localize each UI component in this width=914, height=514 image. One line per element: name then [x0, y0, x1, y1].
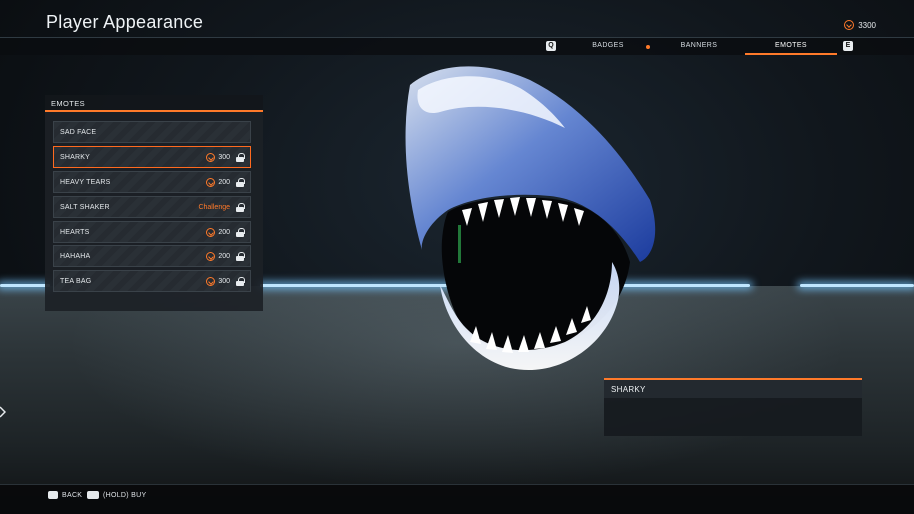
back-label: BACK [62, 491, 83, 499]
emote-name: HEAVY TEARS [60, 179, 111, 186]
emote-item-salt-shaker[interactable]: SALT SHAKER Challenge [53, 196, 251, 218]
emote-item-sad-face[interactable]: SAD FACE [53, 121, 251, 143]
price-value: 300 [218, 154, 230, 161]
detail-title-bar: SHARKY [604, 380, 862, 398]
lock-icon [236, 203, 245, 212]
emote-item-hahaha[interactable]: HAHAHA 200 [53, 245, 251, 267]
price-value: 300 [218, 278, 230, 285]
emote-item-heavy-tears[interactable]: HEAVY TEARS 200 [53, 171, 251, 193]
currency-amount: 3300 [858, 20, 876, 30]
coin-icon [206, 178, 216, 187]
price-value: 200 [218, 253, 230, 260]
back-hint[interactable]: BACK [48, 491, 82, 499]
lock-icon [236, 252, 245, 261]
lock-icon [236, 178, 245, 187]
emote-price: 200 [206, 252, 245, 261]
emote-price: Challenge [198, 203, 245, 212]
buy-key-icon [87, 491, 99, 499]
camera-rotate-icon [0, 406, 6, 418]
coin-icon [206, 277, 216, 286]
currency-balance: 3300 [844, 20, 876, 30]
buy-label: (HOLD) BUY [103, 491, 147, 499]
detail-title: SHARKY [611, 385, 646, 394]
page-title: Player Appearance [46, 12, 204, 32]
tab-selected-underline [745, 53, 837, 55]
tab-badges[interactable]: BADGES [580, 42, 636, 49]
bottom-bar: BACK (HOLD) BUY [0, 484, 914, 514]
emote-name: TEA BAG [60, 278, 92, 285]
emotes-panel-header: EMOTES [45, 95, 263, 112]
lock-icon [236, 153, 245, 162]
emote-item-sharky[interactable]: SHARKY 300 [53, 146, 251, 168]
tab-emotes[interactable]: EMOTES [745, 42, 837, 49]
emote-price: 200 [206, 178, 245, 187]
emote-name: HAHAHA [60, 253, 91, 260]
tab-bar: Q BADGES BANNERS EMOTES E [0, 38, 914, 55]
emote-name: SAD FACE [60, 129, 97, 136]
emote-price: 300 [206, 153, 245, 162]
lock-icon [236, 228, 245, 237]
coin-icon [206, 153, 216, 162]
lock-icon [236, 277, 245, 286]
emote-name: SALT SHAKER [60, 204, 110, 211]
coin-icon [206, 252, 216, 261]
top-bar: Player Appearance 3300 [0, 0, 914, 38]
coin-icon [206, 228, 216, 237]
new-item-dot-icon [646, 45, 650, 49]
emote-item-hearts[interactable]: HEARTS 200 [53, 221, 251, 243]
coin-icon [844, 20, 855, 30]
emote-name: HEARTS [60, 229, 90, 236]
tab-banners[interactable]: BANNERS [666, 42, 732, 49]
emote-price: 300 [206, 277, 245, 286]
price-value: 200 [218, 229, 230, 236]
emote-detail-box: SHARKY [604, 378, 862, 436]
emotes-panel-title: EMOTES [51, 99, 86, 108]
emote-item-tea-bag[interactable]: TEA BAG 300 [53, 270, 251, 292]
prev-tab-key-hint[interactable]: Q [546, 41, 556, 51]
emote-name: SHARKY [60, 154, 90, 161]
emotes-panel: EMOTES SAD FACE SHARKY 300 HEAVY TEARS 2… [45, 95, 263, 311]
buy-hint[interactable]: (HOLD) BUY [87, 491, 146, 499]
emote-price: 200 [206, 228, 245, 237]
challenge-requirement: Challenge [198, 204, 230, 211]
next-tab-key-hint[interactable]: E [843, 41, 853, 51]
back-key-icon [48, 491, 58, 499]
price-value: 200 [218, 179, 230, 186]
